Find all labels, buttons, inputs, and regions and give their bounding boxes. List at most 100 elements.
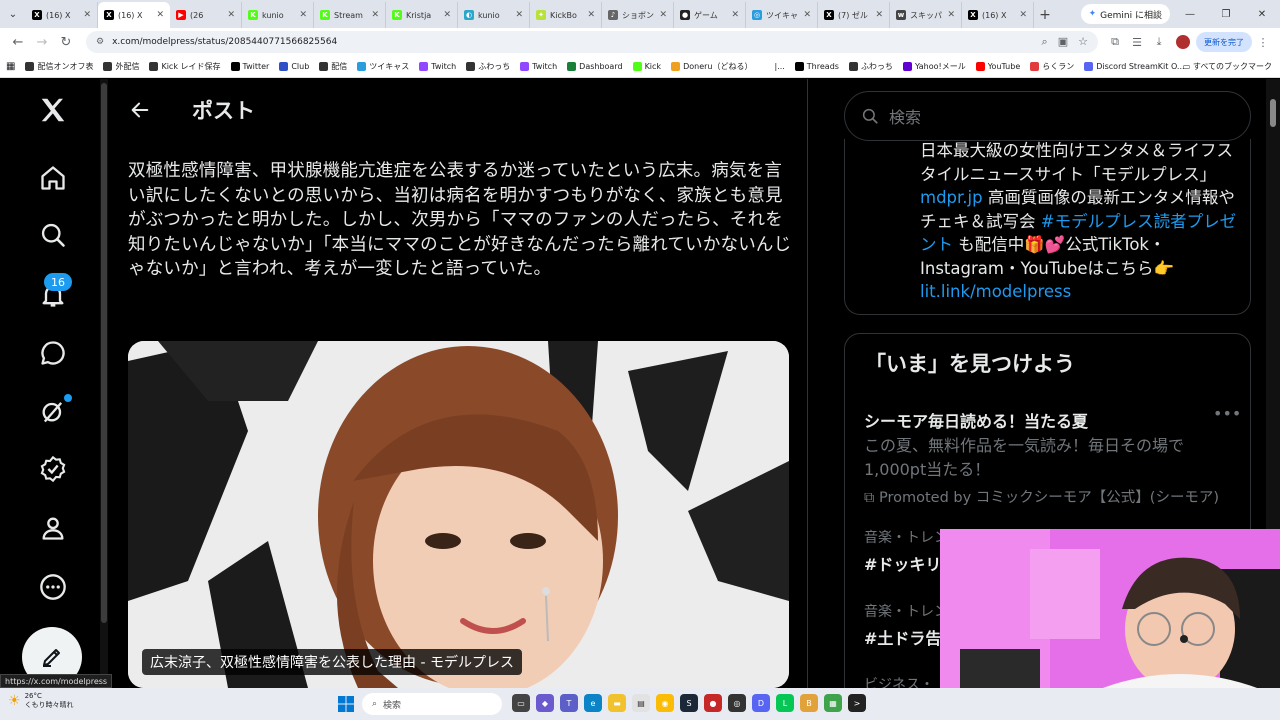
back-arrow-icon[interactable]	[108, 99, 172, 121]
line-icon[interactable]: L	[776, 694, 794, 712]
bookmark-item[interactable]: 配信オンオフ表	[25, 61, 93, 72]
teams-icon[interactable]: T	[560, 694, 578, 712]
profile-icon[interactable]	[34, 509, 72, 547]
bookmark-item[interactable]: Dashboard	[567, 62, 623, 71]
extensions-icon[interactable]: ⧉	[1104, 31, 1126, 53]
restore-icon[interactable]: ❐	[1208, 0, 1244, 28]
bookmark-item[interactable]: ふわっち	[466, 61, 510, 72]
bookmark-item[interactable]: Threads	[794, 62, 839, 71]
new-tab-button[interactable]: +	[1034, 2, 1056, 28]
tab-close-icon[interactable]: ✕	[947, 10, 955, 20]
app-icon-2[interactable]: B	[800, 694, 818, 712]
all-bookmarks-folder[interactable]: ▭ すべてのブックマーク	[1183, 61, 1272, 72]
bookmark-item[interactable]: らくラン	[1030, 61, 1074, 72]
steam-icon[interactable]: S	[680, 694, 698, 712]
weather-widget[interactable]: ☀ 26°C くもり時々晴れ	[8, 692, 74, 710]
minimize-icon[interactable]: —	[1172, 0, 1208, 28]
tab-close-icon[interactable]: ✕	[803, 10, 811, 20]
trend-item[interactable]: ビジネス・	[864, 674, 934, 688]
tab-close-icon[interactable]: ✕	[443, 10, 451, 20]
bookmark-item[interactable]: YouTube	[975, 62, 1020, 71]
apps-grid-icon[interactable]: ▦	[6, 61, 15, 72]
left-scrollbar[interactable]	[100, 79, 108, 688]
chrome-menu-icon[interactable]: ⋮	[1252, 31, 1274, 53]
cast-icon[interactable]: ▣	[1058, 35, 1068, 49]
browser-tab[interactable]: X (7) ゼル ✕	[818, 2, 890, 28]
gemini-button[interactable]: ✦ Gemini に相談	[1080, 4, 1170, 24]
tab-close-icon[interactable]: ✕	[659, 10, 667, 20]
bookmark-item[interactable]: Kick レイド保存	[149, 61, 221, 72]
reload-icon[interactable]: ↻	[54, 30, 78, 54]
bookmark-item[interactable]: |...	[762, 62, 785, 71]
grok-chat-icon[interactable]	[34, 334, 72, 372]
browser-tab[interactable]: w スキッパ ✕	[890, 2, 962, 28]
bookmark-item[interactable]: Doneru（どねる）	[671, 61, 752, 72]
explore-search-icon[interactable]	[34, 216, 72, 254]
tab-close-icon[interactable]: ✕	[875, 10, 883, 20]
tab-close-icon[interactable]: ✕	[1019, 10, 1027, 20]
bookmark-item[interactable]: Discord StreamKit O...	[1084, 62, 1185, 71]
update-button[interactable]: 更新を完了	[1196, 32, 1252, 52]
promo-title[interactable]: シーモア毎日読める！当たる夏	[864, 408, 1088, 432]
windows-start-icon[interactable]	[338, 696, 354, 716]
address-bar[interactable]: ⚙ x.com/modelpress/status/20854407715668…	[86, 31, 1098, 53]
tab-close-icon[interactable]: ✕	[83, 10, 91, 20]
browser-tab[interactable]: ✦ KickBo ✕	[530, 2, 602, 28]
bookmark-star-icon[interactable]: ☆	[1078, 35, 1088, 49]
browser-tab[interactable]: K Stream ✕	[314, 2, 386, 28]
bookmark-item[interactable]: Twitch	[520, 62, 557, 71]
browser-tab[interactable]: X (16) X ✕	[962, 2, 1034, 28]
browser-tab[interactable]: X (16) X ✕	[98, 2, 170, 28]
post-media-image[interactable]: 広末涼子、双極性感情障害を公表した理由 - モデルプレス	[128, 341, 789, 688]
bookmark-item[interactable]: ふわっち	[848, 61, 893, 72]
app-icon-3[interactable]: ▦	[824, 694, 842, 712]
obs-icon[interactable]: ●	[704, 694, 722, 712]
browser-tab[interactable]: Kkunio ✕	[242, 2, 314, 28]
browser-tab[interactable]: ◐ kunio ✕	[458, 2, 530, 28]
bookmark-item[interactable]: Twitch	[419, 62, 456, 71]
tab-close-icon[interactable]: ✕	[587, 10, 595, 20]
promo-by[interactable]: ⧉ Promoted by コミックシーモア【公式】(シーモア)	[864, 486, 1219, 507]
bookmark-item[interactable]: 配信	[319, 61, 347, 72]
browser-tab[interactable]: ♪ ショボン ✕	[602, 2, 674, 28]
browser-tab[interactable]: X (16) X ✕	[26, 2, 98, 28]
downloads-icon[interactable]: ⤓	[1148, 31, 1170, 53]
browser-tab[interactable]: ▶ (26 ✕	[170, 2, 242, 28]
promo-more-icon[interactable]: •••	[1213, 404, 1241, 423]
tab-search-menu-icon[interactable]: ⌄	[0, 0, 26, 28]
bookmark-item[interactable]: Kick	[632, 62, 661, 71]
edge-icon[interactable]: e	[584, 694, 602, 712]
close-window-icon[interactable]: ✕	[1244, 0, 1280, 28]
zoom-icon[interactable]: ⌕	[1042, 35, 1048, 49]
profile-avatar[interactable]	[1176, 35, 1190, 49]
back-nav-icon[interactable]: ←	[6, 30, 30, 54]
app-icon-1[interactable]: ◎	[728, 694, 746, 712]
bookmark-item[interactable]: Yahoo!メール	[902, 61, 966, 72]
chrome-icon[interactable]: ◉	[656, 694, 674, 712]
tab-close-icon[interactable]: ✕	[227, 10, 235, 20]
reading-list-icon[interactable]: ☰	[1126, 31, 1148, 53]
tab-close-icon[interactable]: ✕	[299, 10, 307, 20]
task-view-icon[interactable]: ▭	[512, 694, 530, 712]
browser-tab[interactable]: K Kristja ✕	[386, 2, 458, 28]
terminal-icon[interactable]: >	[848, 694, 866, 712]
bio-link-litlink[interactable]: lit.link/modelpress	[920, 282, 1071, 301]
tab-close-icon[interactable]: ✕	[731, 10, 739, 20]
tab-close-icon[interactable]: ✕	[156, 10, 164, 20]
home-icon[interactable]	[34, 159, 72, 197]
copilot-icon[interactable]: ◆	[536, 694, 554, 712]
search-box[interactable]: 検索	[844, 91, 1251, 141]
x-logo-icon[interactable]	[34, 91, 72, 129]
verified-icon[interactable]	[34, 450, 72, 488]
forward-nav-icon[interactable]: →	[30, 30, 54, 54]
bookmark-item[interactable]: ツイキャス	[357, 61, 409, 72]
bookmark-item[interactable]: 外配信	[103, 61, 139, 72]
site-info-icon[interactable]: ⚙	[96, 37, 104, 47]
browser-tab[interactable]: ● ゲーム ✕	[674, 2, 746, 28]
tab-close-icon[interactable]: ✕	[515, 10, 523, 20]
bookmark-item[interactable]: Club	[279, 62, 309, 71]
bio-link-site[interactable]: mdpr.jp	[920, 188, 983, 207]
taskbar-search[interactable]: ⌕ 検索	[362, 693, 502, 715]
store-icon[interactable]: ▤	[632, 694, 650, 712]
bookmark-item[interactable]: Twitter	[230, 62, 269, 71]
